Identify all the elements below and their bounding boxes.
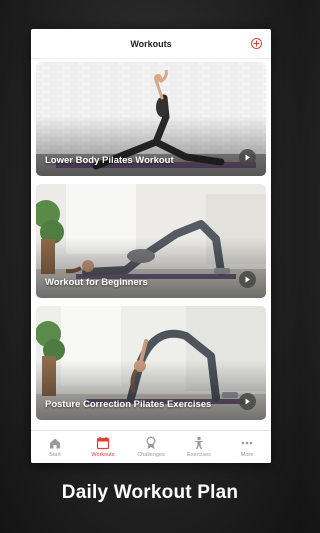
play-icon	[245, 398, 250, 405]
play-button[interactable]	[239, 393, 256, 410]
play-button[interactable]	[239, 271, 256, 288]
home-icon	[50, 438, 60, 449]
play-icon	[245, 276, 250, 283]
plus-circle-icon	[253, 40, 260, 47]
promo-caption: Daily Workout Plan	[61, 482, 239, 503]
navigation-bar: Workouts	[31, 29, 271, 59]
tab-workouts[interactable]: Workouts	[79, 431, 127, 463]
medal-icon	[146, 436, 156, 449]
workout-title: Workout for Beginners	[45, 276, 148, 288]
add-workout-button[interactable]	[251, 38, 262, 49]
workout-card[interactable]: Workout for Beginners	[36, 184, 266, 298]
tab-challenges[interactable]: Challenges	[127, 431, 175, 463]
more-icon	[241, 441, 253, 445]
tab-label: Challenges	[137, 452, 165, 458]
tab-label: Start	[49, 452, 61, 458]
tab-bar: Start Workouts Challenges Exercises More	[31, 430, 271, 463]
tab-label: Exercises	[187, 452, 211, 458]
tab-label: Workouts	[91, 452, 115, 458]
workout-card[interactable]: Posture Correction Pilates Exercises	[36, 306, 266, 420]
tab-exercises[interactable]: Exercises	[175, 431, 223, 463]
page-title: Workouts	[130, 38, 172, 49]
play-button[interactable]	[239, 149, 256, 166]
tab-more[interactable]: More	[223, 431, 271, 463]
workout-title: Posture Correction Pilates Exercises	[45, 398, 212, 410]
workout-card[interactable]: Lower Body Pilates Workout	[36, 62, 266, 176]
tab-label: More	[240, 452, 254, 458]
workout-list: Lower Body Pilates Workout Workout for B…	[36, 62, 266, 428]
tab-start[interactable]: Start	[31, 431, 79, 463]
calendar-icon	[96, 437, 110, 450]
play-icon	[245, 154, 250, 161]
phone-screen: Workouts Lower Body Pilates Workout Work…	[31, 29, 271, 463]
workout-title: Lower Body Pilates Workout	[45, 154, 174, 166]
person-icon	[194, 436, 204, 449]
